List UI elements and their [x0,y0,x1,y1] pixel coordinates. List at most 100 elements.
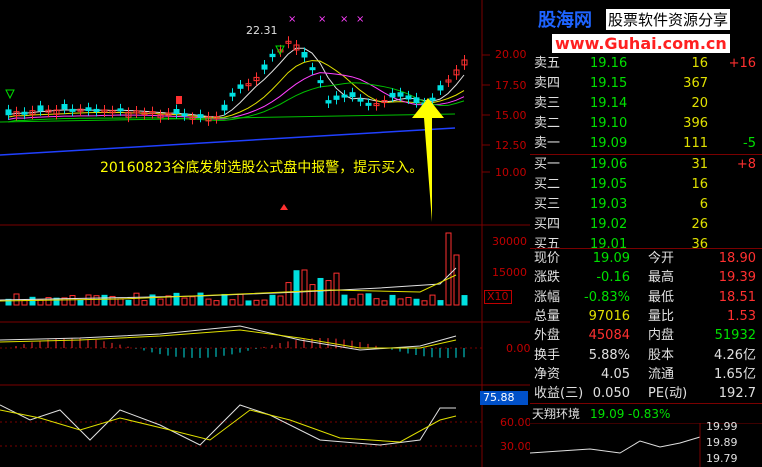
volume-bar [262,300,267,305]
sell-order-row[interactable]: 卖二 19.10 396 [530,114,762,134]
trend-line [0,128,455,155]
volume-bar [446,233,451,305]
candle [366,103,371,105]
volume-bar [158,299,163,305]
order-price: 19.06 [590,155,627,175]
kdj-value-box: 75.88 [480,391,528,405]
candle [222,105,227,110]
buy-order-row[interactable]: 买三 19.03 6 [530,195,762,215]
order-label: 卖四 [534,74,560,94]
ma-line [8,73,464,120]
candle [406,96,411,99]
volume-bar [462,296,467,305]
volume-bar [246,301,251,305]
candle [198,115,203,118]
stat-value: 19.09 [574,249,630,269]
order-price: 19.14 [590,94,627,114]
price-axis-tick: 17.50 [495,79,527,92]
candle [334,96,339,99]
volume-axis-tick: 15000 [492,266,527,279]
volume-ma [0,275,456,301]
volume-bar [294,271,299,305]
stat-value: 4.26亿 [694,346,756,366]
candle [302,52,307,57]
stat-value: 4.05 [574,365,630,385]
stat-label: 换手 [534,346,560,366]
stat-label: 量比 [648,307,674,327]
sell-order-row[interactable]: 卖三 19.14 20 [530,94,762,114]
kline-chart[interactable]: × × × × [0,0,530,467]
volume-bar [406,297,411,305]
stat-label: 净资 [534,365,560,385]
stat-value: -0.83% [574,288,630,308]
watermark-slogan: 股票软件资源分享 [606,9,730,30]
price-axis-tick: 10.00 [495,166,527,179]
volume-bars [0,233,467,305]
candle [430,98,435,100]
stat-row: 净资 4.05 流通 1.65亿 [530,365,762,385]
order-volume: 367 [658,74,708,94]
mini-axis-tick: 19.79 [706,452,738,465]
stat-label: 内盘 [648,326,674,346]
order-price: 19.09 [590,134,627,154]
order-volume: 31 [658,155,708,175]
stat-row: 现价 19.09 今开 18.90 [530,249,762,269]
macd-line [0,330,456,348]
candle [174,110,179,114]
volume-bar [318,278,323,305]
stat-value: -0.16 [574,268,630,288]
buy-order-row[interactable]: 买二 19.05 16 [530,175,762,195]
volume-bar [334,273,339,305]
candle [390,93,395,97]
candle [310,68,315,70]
ticker-name: 天翔环境 [532,405,580,423]
order-price: 19.15 [590,74,627,94]
stat-label: 今开 [648,249,674,269]
candle [398,93,403,96]
kdj-line [0,410,456,442]
volume-bar [238,294,243,305]
candle [62,105,67,109]
signal-x-marker: × [318,14,326,25]
volume-bar [302,270,307,305]
candle [318,81,323,83]
sell-order-row[interactable]: 卖五 19.16 16 +16 [530,54,762,74]
volume-bar [390,295,395,305]
volume-bar [30,297,35,305]
volume-bar [198,293,203,305]
volume-bar [230,300,235,305]
order-volume: 16 [658,175,708,195]
stat-value: 45084 [574,326,630,346]
order-label: 卖三 [534,94,560,114]
stat-label: 现价 [534,249,560,269]
stat-label: 总量 [534,307,560,327]
candle [326,101,331,103]
volume-bar [310,285,315,305]
stat-value: 97016 [574,307,630,327]
sell-order-row[interactable]: 卖四 19.15 367 [530,74,762,94]
order-label: 卖二 [534,114,560,134]
sell-order-row[interactable]: 卖一 19.09 111 -5 [530,134,762,154]
volume-bar [222,294,227,305]
macd-panel [0,326,464,358]
candle [342,95,347,97]
volume-bar [182,298,187,305]
stat-label: 流通 [648,365,674,385]
signal-x-marker: × [356,14,364,25]
stat-row: 涨幅 -0.83% 最低 18.51 [530,288,762,308]
candle [118,109,123,111]
stat-value: 51932 [694,326,756,346]
signal-x-marker: × [340,14,348,25]
volume-bar [118,299,123,305]
candle [414,98,419,103]
order-label: 买四 [534,215,560,235]
order-volume: 396 [658,114,708,134]
candle [438,86,443,90]
buy-order-row[interactable]: 买一 19.06 31 +8 [530,155,762,175]
stat-label: 涨幅 [534,288,560,308]
stat-label: 股本 [648,346,674,366]
candle [94,109,99,111]
buy-order-row[interactable]: 买四 19.02 26 [530,215,762,235]
volume-bar [374,299,379,305]
price-axis-tick: 12.50 [495,139,527,152]
